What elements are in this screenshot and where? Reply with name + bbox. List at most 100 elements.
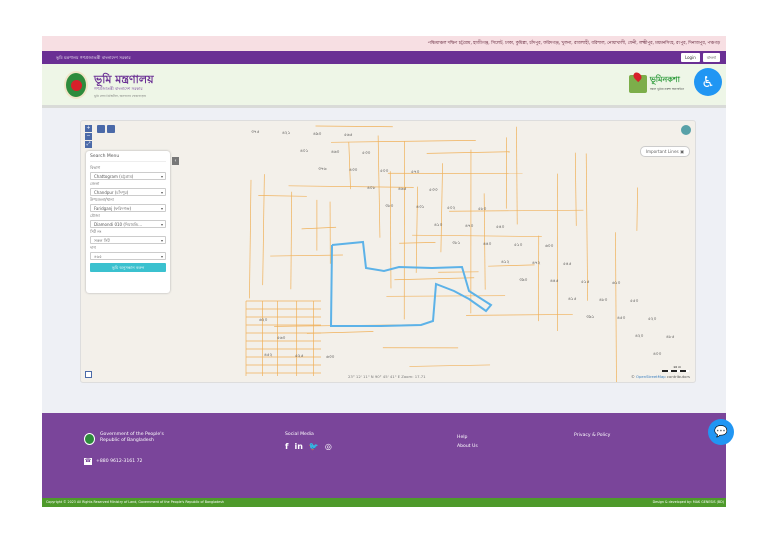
news-ticker: পঞ্চিমাঞ্চল দক্ষিণ চট্টগ্রাম, হাজীগঞ্জ, … xyxy=(42,36,726,51)
plot-number[interactable]: ৪৬০ xyxy=(331,149,339,156)
plot-number[interactable]: ৫২৫ xyxy=(295,353,303,360)
plot-number[interactable]: ৫৩৩ xyxy=(429,187,437,194)
plot-number[interactable]: ৫৮০ xyxy=(478,206,486,213)
plot-number[interactable]: ৪০৮ xyxy=(367,185,375,192)
plot-number[interactable]: ৫১৫ xyxy=(581,279,589,286)
help-link[interactable]: Help xyxy=(457,433,478,442)
zoom-in-button[interactable]: + xyxy=(85,125,92,132)
parcel-boundary xyxy=(466,314,573,316)
plot-number[interactable]: ৩৭৫ xyxy=(251,129,259,136)
credit-link[interactable]: Design & developed by: MAK GENESIS (BD) xyxy=(653,498,724,507)
plot-number[interactable]: ৬০০ xyxy=(545,243,553,250)
parcel-boundary xyxy=(409,364,491,367)
plot-number[interactable]: ৪৪৫ xyxy=(550,278,558,285)
plot-number[interactable]: ৫১০ xyxy=(514,242,522,249)
field-select[interactable]: Chattogram (চট্টগ্রাম) xyxy=(90,172,166,180)
plot-number[interactable]: ৫৭০ xyxy=(411,169,419,176)
measure-tool-button[interactable] xyxy=(97,125,105,133)
parcel-boundary xyxy=(262,174,265,286)
plot-number[interactable]: ৫৪৫ xyxy=(563,261,571,268)
plot-number[interactable]: ৩৮০ xyxy=(385,203,393,210)
field-label: উপজেলা/থানা xyxy=(90,197,114,202)
plot-number[interactable]: ৫৪০ xyxy=(496,224,504,231)
plot-number[interactable]: ৫৬০ xyxy=(277,335,285,342)
plot-number[interactable]: ৪৬৫ xyxy=(398,186,406,193)
grid-icon[interactable] xyxy=(85,371,92,378)
plot-number[interactable]: ৪০০ xyxy=(653,351,661,358)
field-label: জেলা xyxy=(90,181,100,186)
plot-number[interactable]: ৪৭০ xyxy=(465,223,473,230)
chat-icon[interactable]: 💬 xyxy=(708,419,734,445)
selected-parcel-outline[interactable] xyxy=(329,240,493,327)
facebook-icon[interactable]: f xyxy=(285,442,288,451)
fullscreen-button[interactable]: ⤢ xyxy=(85,141,92,148)
parcel-boundary xyxy=(331,139,476,143)
plot-number[interactable]: ৪২০ xyxy=(635,333,643,340)
bhumi-naksha-logo[interactable]: ভূমিনকশা সকল ভূমির নকশা অনলাইনে xyxy=(628,74,684,93)
plot-number[interactable]: ৪৩১ xyxy=(416,204,424,211)
plot-number[interactable]: ৬২০ xyxy=(259,317,267,324)
coordinate-readout: 23° 12' 11" N 90° 45' 41" E Zoom: 17.71 xyxy=(348,374,426,379)
ministry-title: ভূমি মন্ত্রণালয় গণপ্রজাতন্ত্রী বাংলাদেশ… xyxy=(56,55,131,60)
plot-number[interactable]: ৫০০ xyxy=(380,168,388,175)
zoom-out-button[interactable]: − xyxy=(85,133,92,140)
instagram-icon[interactable]: ◎ xyxy=(325,442,332,451)
privacy-link[interactable]: Privacy & Policy xyxy=(574,433,610,438)
search-tool-button[interactable] xyxy=(107,125,115,133)
layers-icon[interactable] xyxy=(681,125,691,135)
plot-number[interactable]: ৪২১ xyxy=(282,130,290,137)
plot-number[interactable]: ৪৫২ xyxy=(264,352,272,359)
search-land-button[interactable]: ভূমি অনুসন্ধান করুন xyxy=(90,263,166,272)
osm-link[interactable]: OpenStreetMap xyxy=(636,374,666,379)
plot-number[interactable]: ৩৯০ xyxy=(519,277,527,284)
field-select[interactable]: Faridganj (ফরিদগঞ্জ) xyxy=(90,204,166,212)
plot-number[interactable]: ৪১৫ xyxy=(568,296,576,303)
phone-icon: ☎ xyxy=(84,458,92,465)
plot-number[interactable]: ৪৯০ xyxy=(313,131,321,138)
plot-number[interactable]: ৫৬৫ xyxy=(344,132,352,139)
field-select[interactable]: Diamondi 010 (দিয়ামন্ডি... xyxy=(90,220,166,228)
plot-number[interactable]: ৩৯১ xyxy=(586,314,594,321)
header: ভূমি মন্ত্রণালয় গণপ্রজাতন্ত্রী বাংলাদেশ… xyxy=(42,64,726,108)
wheelchair-icon[interactable]: ♿ xyxy=(694,68,722,96)
plot-number[interactable]: ৩৮১ xyxy=(452,240,460,247)
plot-number[interactable]: ৪৭২ xyxy=(532,260,540,267)
linkedin-icon[interactable]: in xyxy=(294,442,302,451)
plot-number[interactable]: ৪৮৫ xyxy=(666,334,674,341)
plot-number[interactable]: ৪৪০ xyxy=(483,241,491,248)
plot-number[interactable]: ৫২০ xyxy=(648,316,656,323)
parcel-boundary xyxy=(415,186,418,273)
copyright-text: Copyright © 2023 All Rights Reserved Min… xyxy=(46,500,225,504)
twitter-icon[interactable]: 🐦 xyxy=(309,442,319,451)
field-label: বিভাগ xyxy=(90,165,101,170)
government-emblem-logo[interactable] xyxy=(64,71,88,99)
parcel-boundary xyxy=(301,226,337,230)
attribution-prefix: © xyxy=(630,374,635,379)
service-tagline: সকল ভূমির নকশা অনলাইনে xyxy=(649,87,684,91)
login-button[interactable]: Login xyxy=(680,53,700,62)
phone-number[interactable]: +880 9612-3161 72 xyxy=(96,459,142,464)
field-select[interactable]: সকল সিট xyxy=(90,236,166,244)
collapse-panel-button[interactable]: ‹ xyxy=(172,157,179,165)
parcel-boundary xyxy=(516,126,518,225)
parcel-boundary xyxy=(258,195,307,197)
plot-number[interactable]: ৩৭৬ xyxy=(318,166,326,173)
about-link[interactable]: About Us xyxy=(457,442,478,451)
plot-number[interactable]: ৬১০ xyxy=(612,280,620,287)
plot-number[interactable]: ৪৫০ xyxy=(617,315,625,322)
field-select[interactable]: Chandpur (চাঁদপুর) xyxy=(90,188,166,196)
plot-number[interactable]: ৫০২ xyxy=(447,205,455,212)
parcel-boundary xyxy=(449,209,584,212)
plot-number[interactable]: ৫৫০ xyxy=(630,298,638,305)
plot-number[interactable]: ৪১২ xyxy=(501,259,509,266)
plot-number[interactable]: ৫৩০ xyxy=(362,150,370,157)
map-view[interactable]: ৩৭৫ ৩৭৬ ৩৮০ ৩৮১ ৩৯০ ৩৯১ ৪০০ ৪০১ ৪০৮ ৪১০ ৪১২ ৪১৫ ৪২০ ৪… xyxy=(80,120,696,383)
plot-number[interactable]: ৪১০ xyxy=(434,222,442,229)
plot-number[interactable]: ৪০১ xyxy=(300,148,308,155)
language-select[interactable]: বাংলা xyxy=(702,53,720,62)
plot-number[interactable]: ৪৮০ xyxy=(599,297,607,304)
important-lines-toggle[interactable]: Important Lines ▣ xyxy=(639,146,690,157)
plot-number[interactable]: ৬৩০ xyxy=(326,354,334,361)
plot-number[interactable]: ৪৩০ xyxy=(349,167,357,174)
field-select[interactable]: ৪৬৫ xyxy=(90,252,166,260)
